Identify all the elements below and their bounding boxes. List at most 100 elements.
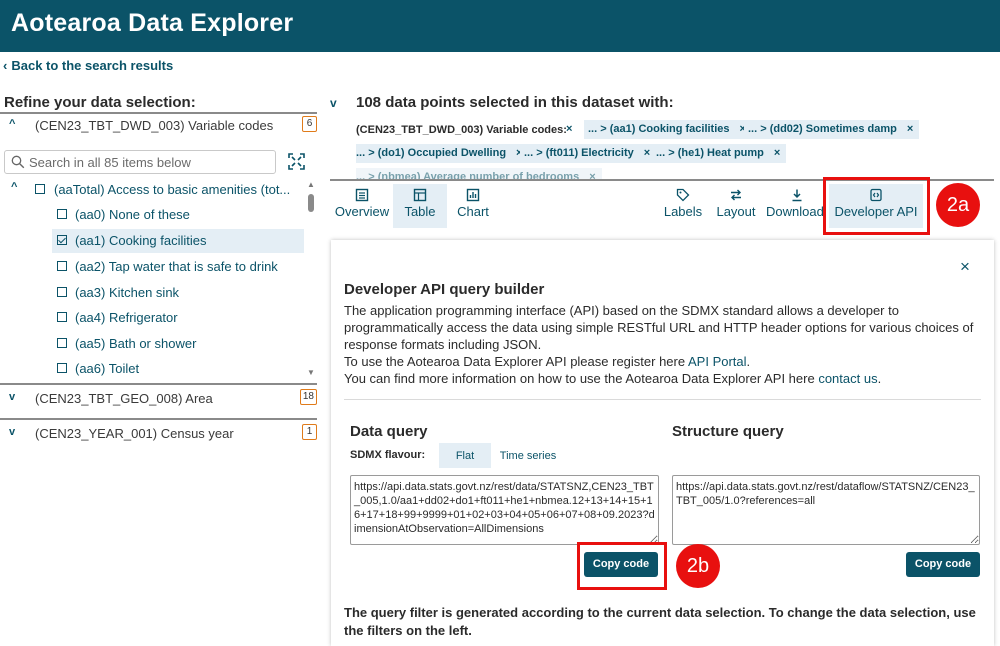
dimension-census-year[interactable]: v (CEN23_YEAR_001) Census year 1 [0,423,317,447]
selection-heading-text: 108 data points selected in this dataset… [356,94,674,111]
api-portal-link[interactable]: API Portal [688,354,747,369]
dimension-variable-codes[interactable]: ^ (CEN23_TBT_DWD_003) Variable codes 6 [0,115,317,139]
checkbox[interactable] [57,312,67,322]
checkbox-checked[interactable] [57,235,67,245]
tree-item-label: (aa5) Bath or shower [75,336,197,351]
table-icon [413,188,427,202]
dimension-label: (CEN23_YEAR_001) Census year [35,426,234,441]
tree-item[interactable]: (aa5) Bath or shower [52,332,304,356]
flavour-time-series-button[interactable]: Time series [493,443,563,468]
layout-button[interactable]: Layout [712,184,760,228]
dimension-count-badge: 18 [299,389,317,405]
api-desc-line: The application programming interface (A… [344,303,974,352]
overview-button[interactable]: Overview [331,184,393,228]
structure-query-code[interactable]: https://api.data.stats.govt.nz/rest/data… [672,475,980,545]
chart-icon [466,188,480,202]
chart-button[interactable]: Chart [449,184,497,228]
divider [0,112,317,114]
tree-item[interactable]: (aa4) Refrigerator [52,306,304,330]
tree-item-label: (aa6) Toilet [75,361,140,376]
scroll-thumb[interactable] [308,194,314,212]
checkbox[interactable] [57,261,67,271]
app-header: Aotearoa Data Explorer [0,0,1000,52]
dimension-area[interactable]: v (CEN23_TBT_GEO_008) Area 18 [0,388,317,412]
chevron-down-icon: v [9,426,16,438]
labels-button[interactable]: Labels [660,184,706,228]
code-tree: ^ (aaTotal) Access to basic amenities (t… [0,178,306,380]
checkbox[interactable] [57,338,67,348]
tree-item-label: (aa1) Cooking facilities [75,233,207,248]
api-desc-text: To use the Aotearoa Data Explorer API pl… [344,354,688,369]
app-title: Aotearoa Data Explorer [11,9,294,37]
contact-us-link[interactable]: contact us [818,371,877,386]
api-desc-line: To use the Aotearoa Data Explorer API pl… [344,353,984,370]
close-icon[interactable]: × [907,123,913,135]
data-query-code[interactable]: https://api.data.stats.govt.nz/rest/data… [350,475,659,545]
api-desc-text: . [877,371,882,386]
api-desc-text: You can find more information on how to … [344,371,819,386]
search-icon [11,155,25,169]
tree-item[interactable]: (aa3) Kitchen sink [52,281,304,305]
table-button[interactable]: Table [393,184,447,228]
tree-item-label: (aaTotal) Access to basic amenities (tot… [54,182,291,197]
checkbox[interactable] [57,363,67,373]
layout-label: Layout [716,204,756,219]
tree-search[interactable] [4,150,276,174]
chip-label: ... > (aa1) Cooking facilities [588,123,730,135]
selection-chip[interactable]: ... > (ft011) Electricity × [520,144,657,163]
selection-heading[interactable]: v 108 data points selected in this datase… [330,94,674,111]
close-icon[interactable]: × [774,147,780,159]
overview-label: Overview [334,204,390,219]
divider [0,383,317,385]
data-query-title: Data query [350,423,428,440]
back-to-results-link[interactable]: ‹ Back to the search results [3,58,173,73]
tree-item-selected[interactable]: (aa1) Cooking facilities [52,229,304,253]
checkbox[interactable] [57,287,67,297]
tree-item[interactable]: (aa0) None of these [52,203,304,227]
chip-label: ... > (dd02) Sometimes damp [748,123,897,135]
tree-item-label: (aa4) Refrigerator [75,310,178,325]
selection-chip[interactable]: ... > (dd02) Sometimes damp × [744,120,920,139]
chip-label: ... > (he1) Heat pump [656,147,764,159]
api-desc-line: You can find more information on how to … [344,370,984,387]
sdmx-flavour-label: SDMX flavour: [350,449,426,461]
dimension-label: (CEN23_TBT_DWD_003) Variable codes [35,118,274,133]
table-label: Table [404,204,436,219]
chevron-up-icon: ^ [9,118,16,130]
copy-structure-query-button[interactable]: Copy code [906,552,980,577]
chevron-down-icon: v [330,96,337,110]
checkbox[interactable] [35,184,45,194]
api-description: The application programming interface (A… [344,302,984,387]
scroll-down-icon[interactable]: ▼ [307,368,315,377]
selection-chips: (CEN23_TBT_DWD_003) Variable codes: × ..… [356,120,986,180]
selection-chip[interactable]: ... > (do1) Occupied Dwelling× [356,144,529,163]
divider [0,418,317,420]
panel-divider [344,399,981,400]
callout-badge-2b: 2b [676,544,720,588]
download-icon [792,189,802,202]
selection-chip[interactable]: ... > (aa1) Cooking facilities × [584,120,752,139]
search-input[interactable] [29,154,269,171]
clear-group-icon[interactable]: × [566,123,572,135]
tree-scrollbar[interactable]: ▲ ▼ [306,180,316,380]
tag-icon [676,188,690,202]
callout-highlight-2a [823,177,930,235]
chip-label: ... > (ft011) Electricity [524,147,634,159]
tree-item[interactable]: (aa6) Toilet [52,357,304,380]
chip-label: ... > (do1) Occupied Dwelling [356,147,507,159]
download-button[interactable]: Download [764,184,826,228]
tree-item[interactable]: ^ (aaTotal) Access to basic amenities (t… [0,178,306,202]
scroll-up-icon[interactable]: ▲ [307,180,315,189]
selection-chip[interactable]: ... > (he1) Heat pump × [652,144,787,163]
chevron-up-icon: ^ [11,181,18,193]
chip-group-label: (CEN23_TBT_DWD_003) Variable codes: [356,124,567,136]
close-icon[interactable]: × [960,257,970,277]
flavour-flat-button[interactable]: Flat [439,443,491,468]
checkbox[interactable] [57,209,67,219]
refine-title: Refine your data selection: [4,94,196,111]
tree-item[interactable]: (aa2) Tap water that is safe to drink [52,255,304,279]
query-filter-note: The query filter is generated according … [344,605,976,638]
close-icon[interactable]: × [644,147,650,159]
chevron-left-icon: ‹ [3,58,8,73]
expand-icon[interactable] [288,153,305,170]
